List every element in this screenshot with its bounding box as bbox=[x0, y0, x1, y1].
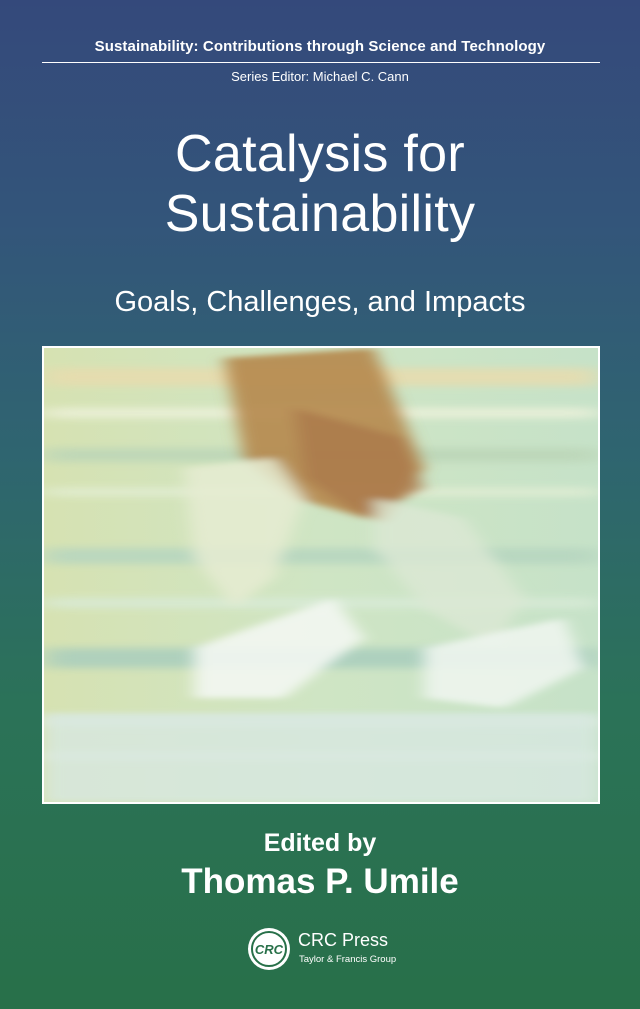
book-title-line-1: Catalysis for bbox=[175, 125, 465, 183]
book-cover: Sustainability: Contributions through Sc… bbox=[0, 0, 640, 1009]
book-title-line-2: Sustainability bbox=[164, 185, 476, 243]
crc-logo-text: CRC bbox=[255, 942, 284, 957]
book-subtitle: Goals, Challenges, and Impacts bbox=[114, 286, 526, 318]
publisher-group: Taylor & Francis Group bbox=[299, 954, 397, 965]
crc-press-logo-icon: CRC bbox=[248, 928, 290, 970]
series-editor: Series Editor: Michael C. Cann bbox=[231, 69, 409, 84]
series-title: Sustainability: Contributions through Sc… bbox=[94, 38, 546, 55]
book-title: Catalysis for Sustainability bbox=[0, 124, 640, 244]
publisher-name: CRC Press bbox=[298, 930, 389, 950]
cover-photo-runner bbox=[42, 346, 600, 804]
editor-name: Thomas P. Umile bbox=[181, 862, 459, 901]
publisher-block: CRC CRC Press Taylor & Francis Group bbox=[246, 926, 426, 976]
runner-illustration bbox=[44, 348, 598, 802]
series-divider bbox=[42, 62, 600, 63]
edited-by-label: Edited by bbox=[263, 829, 377, 857]
